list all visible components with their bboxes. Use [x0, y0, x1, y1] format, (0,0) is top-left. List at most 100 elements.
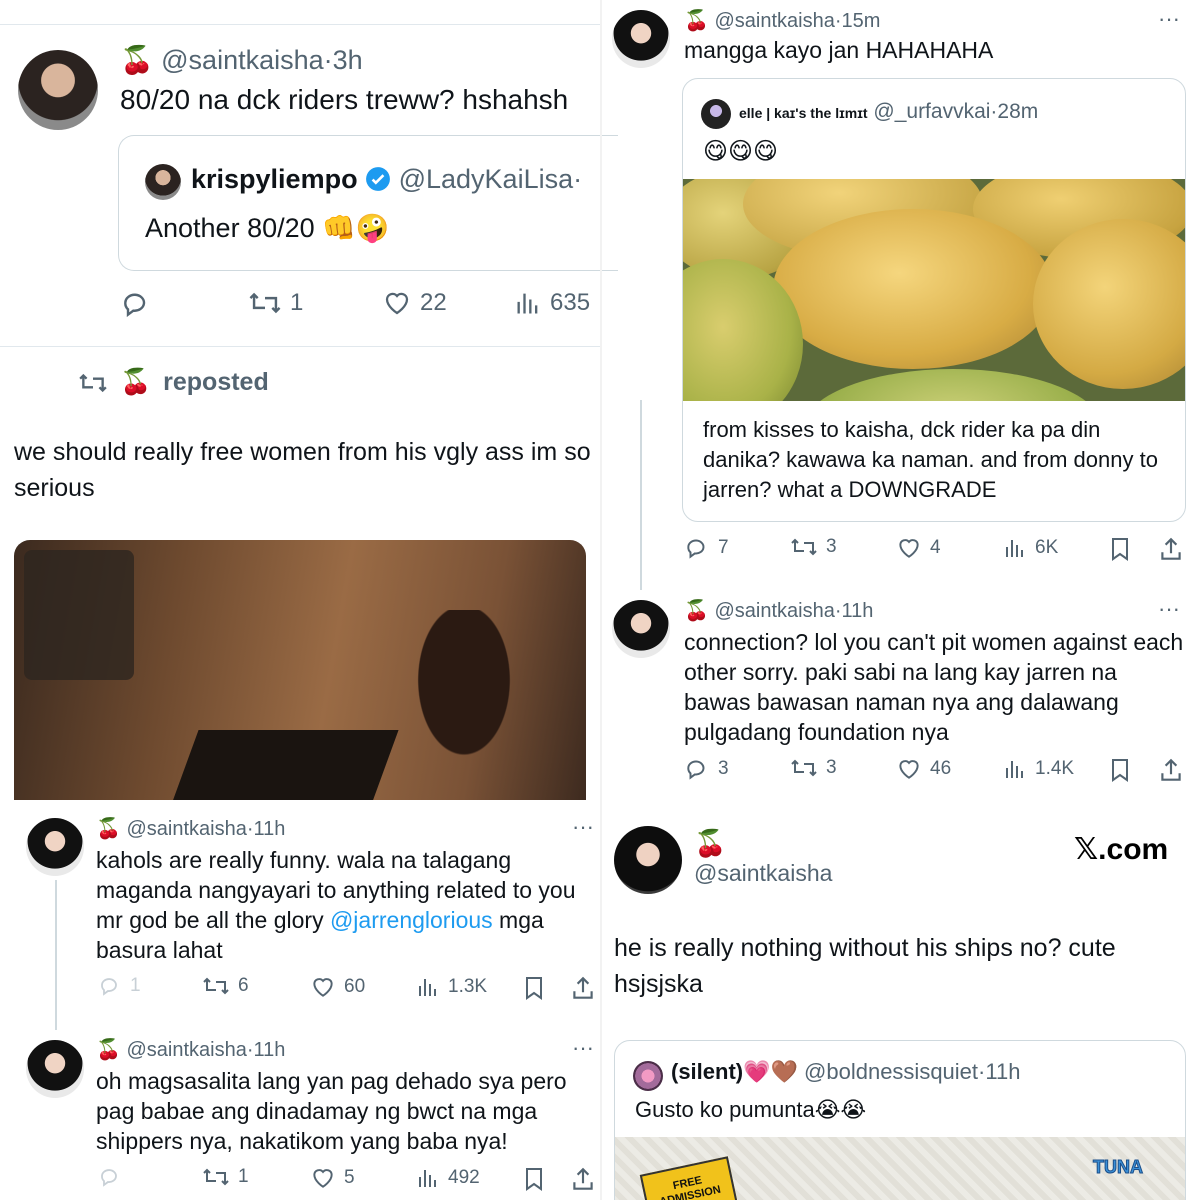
mention-link[interactable]: @jarrenglorious: [330, 907, 493, 933]
timestamp[interactable]: 3h: [333, 45, 363, 75]
avatar[interactable]: [612, 10, 670, 68]
like-button[interactable]: 46: [896, 756, 951, 782]
more-options-button[interactable]: ···: [572, 814, 594, 840]
retweet-icon: [791, 538, 817, 556]
timestamp[interactable]: 11h: [842, 600, 874, 622]
views-button[interactable]: 1.4K: [1003, 756, 1074, 782]
views-button[interactable]: 492: [416, 1165, 480, 1191]
heart-icon: [385, 292, 409, 315]
reply-icon: [124, 293, 146, 318]
bookmark-icon: [1112, 759, 1128, 782]
like-button[interactable]: 60: [310, 974, 365, 1000]
cherry-emoji: 🍒: [120, 368, 152, 396]
thread-line: [55, 880, 57, 1030]
retweet-button[interactable]: 1: [248, 288, 303, 318]
like-button[interactable]: 5: [310, 1165, 355, 1191]
views-count: 1.3K: [448, 976, 488, 997]
reply-header: 🍒 @saintkaisha·11h: [684, 598, 873, 623]
cherry-emoji: 🍒: [684, 600, 709, 622]
timestamp[interactable]: 11h: [254, 1039, 286, 1061]
bookmark-button[interactable]: [522, 1165, 546, 1193]
bookmark-button[interactable]: [1108, 756, 1132, 784]
views-button[interactable]: 6K: [1003, 535, 1058, 561]
quote-tweet-card[interactable]: (silent)💗🤎 @boldnessisquiet·11h Gusto ko…: [614, 1040, 1186, 1200]
handle[interactable]: @saintkaisha: [126, 1039, 246, 1061]
share-icon: [1161, 537, 1181, 560]
timestamp[interactable]: 15m: [842, 10, 881, 32]
reply-button[interactable]: 1: [98, 974, 141, 998]
views-button[interactable]: 635: [514, 288, 590, 318]
like-count: 46: [930, 758, 952, 779]
avatar[interactable]: [26, 1040, 84, 1098]
more-options-button[interactable]: ···: [572, 1035, 594, 1061]
reply-text: connection? lol you can't pit women agai…: [684, 629, 1184, 745]
reply-button[interactable]: [120, 288, 152, 320]
retweet-count: 3: [826, 757, 837, 778]
handle[interactable]: @saintkaisha: [126, 818, 246, 840]
event-poster-image[interactable]: FREE ADMISSION TUNA: [615, 1137, 1185, 1200]
retweet-button[interactable]: 3: [790, 535, 837, 559]
quote-tweet-card[interactable]: krispyliempo @LadyKaiLisa· Another 80/20…: [118, 135, 618, 271]
timestamp[interactable]: 11h: [254, 818, 286, 840]
like-button[interactable]: 22: [382, 288, 447, 318]
handle[interactable]: @saintkaisha: [161, 45, 324, 75]
share-button[interactable]: [570, 1165, 596, 1193]
video-thumbnail[interactable]: [14, 540, 586, 800]
bookmark-button[interactable]: [1108, 535, 1132, 563]
top-divider: [0, 24, 600, 25]
quote-avatar: [633, 1061, 663, 1091]
views-count: 1.4K: [1035, 758, 1075, 779]
avatar[interactable]: [18, 50, 98, 130]
quote-header: (silent)💗🤎 @boldnessisquiet·11h: [671, 1059, 1020, 1085]
retweet-icon: [249, 292, 281, 314]
video-frame-detail: [24, 550, 134, 680]
retweet-button[interactable]: 6: [202, 974, 249, 998]
share-button[interactable]: [1158, 756, 1184, 784]
avatar[interactable]: [612, 600, 670, 658]
retweet-count: 3: [826, 536, 837, 557]
retweet-count: 1: [290, 289, 304, 316]
quote-emojis: 😋😋😋: [703, 138, 779, 165]
mango-shape: [773, 209, 1053, 369]
handle[interactable]: @saintkaisha: [714, 600, 834, 622]
reply-header: 🍒 @saintkaisha·11h: [96, 1037, 285, 1062]
retweet-count: 6: [238, 975, 249, 996]
more-options-button[interactable]: ···: [1158, 6, 1180, 32]
views-button[interactable]: 1.3K: [416, 974, 487, 1000]
separator-dot: ·: [323, 45, 333, 75]
cherry-emoji: 🍒: [96, 1039, 121, 1061]
retweet-icon: [79, 373, 107, 392]
reply-button[interactable]: [98, 1165, 122, 1189]
reply-button[interactable]: 7: [684, 535, 729, 561]
avatar[interactable]: [614, 826, 682, 894]
retweet-icon: [203, 977, 229, 995]
share-icon: [573, 1167, 593, 1190]
more-options-button[interactable]: ···: [1158, 596, 1180, 622]
reply-count: 7: [718, 537, 729, 558]
mango-photo[interactable]: [683, 179, 1185, 401]
mango-shape: [803, 369, 1103, 401]
like-count: 22: [420, 289, 447, 316]
handle[interactable]: @saintkaisha: [714, 10, 834, 32]
handle[interactable]: @saintkaisha: [694, 860, 832, 887]
quote-tweet-card[interactable]: elle | kaɪ's the lɪmɪt @_urfavvkai·28m 😋…: [682, 78, 1186, 522]
reply-icon: [687, 539, 705, 559]
bookmark-button[interactable]: [522, 974, 546, 1002]
reply-icon: [101, 978, 117, 996]
reply-count: 3: [718, 758, 729, 779]
quote-handle: @boldnessisquiet: [804, 1059, 979, 1084]
retweet-button[interactable]: 1: [202, 1165, 249, 1189]
reply-text: oh magsasalita lang yan pag dehado sya p…: [96, 1068, 567, 1154]
avatar[interactable]: [26, 818, 84, 876]
reply-button[interactable]: 3: [684, 756, 729, 782]
quote-text: Gusto ko pumunta😭😭: [635, 1097, 867, 1122]
thread-line: [640, 400, 642, 590]
views-icon: [1006, 540, 1023, 557]
retweet-button[interactable]: 3: [790, 756, 837, 780]
like-button[interactable]: 4: [896, 535, 941, 561]
bookmark-icon: [1112, 538, 1128, 561]
free-admission-ticket: FREE ADMISSION: [639, 1156, 741, 1200]
heart-icon: [313, 1169, 333, 1188]
share-button[interactable]: [570, 974, 596, 1002]
share-button[interactable]: [1158, 535, 1184, 563]
